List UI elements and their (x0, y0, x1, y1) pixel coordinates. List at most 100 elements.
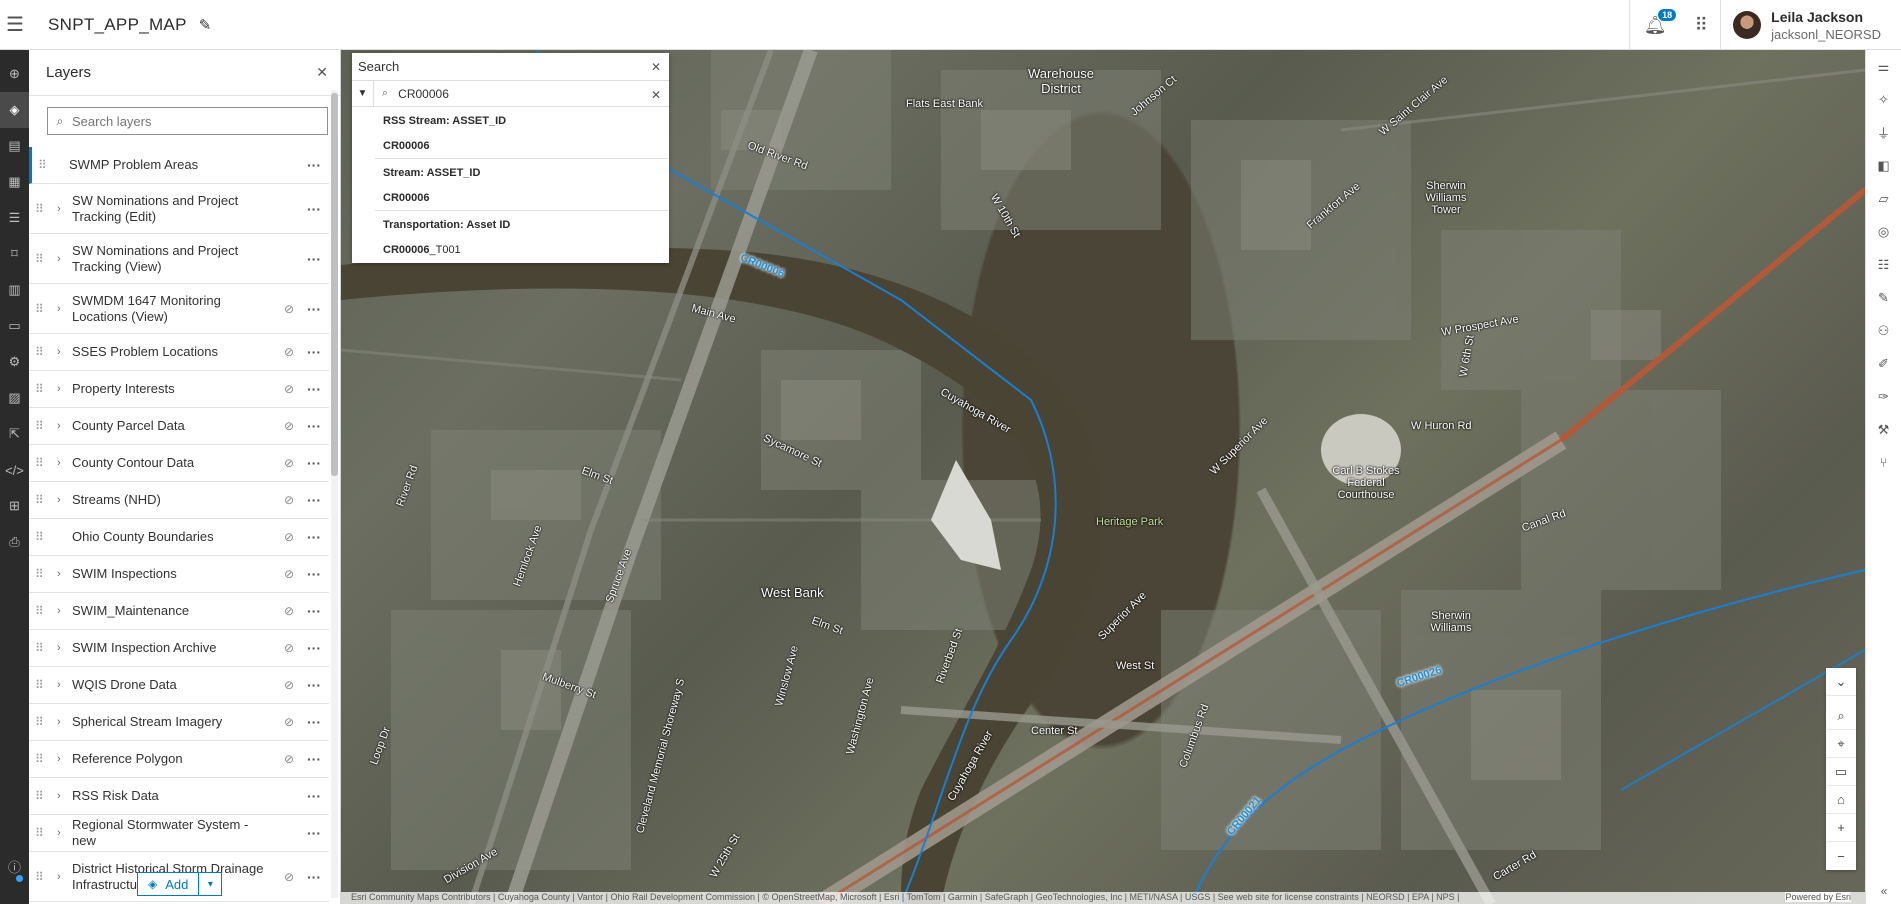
forms-icon[interactable]: ⚇ (1866, 314, 1901, 347)
layer-item[interactable]: ⠿ › SWMDM 1647 Monitoring Locations (Vie… (29, 284, 329, 334)
visibility-off-icon[interactable]: ⊘ (284, 641, 294, 655)
visibility-off-icon[interactable]: ⊘ (284, 752, 294, 766)
drag-handle-icon[interactable]: ⠿ (38, 158, 60, 172)
more-options-icon[interactable]: ··· (307, 677, 321, 693)
layer-item[interactable]: ⠿ › Property Interests ⊘ ··· (29, 371, 329, 408)
more-options-icon[interactable]: ··· (307, 714, 321, 730)
layer-item[interactable]: ⠿ › Streams (NHD) ⊘ ··· (29, 482, 329, 519)
tools-icon[interactable]: ⚒ (1866, 413, 1901, 446)
popups-icon[interactable]: ▱ (1866, 182, 1901, 215)
drag-handle-icon[interactable]: ⠿ (35, 752, 57, 766)
basemap-icon[interactable]: ▭ (0, 308, 29, 344)
sketch-icon[interactable]: ✑ (1866, 380, 1901, 413)
filter-icon[interactable]: ⏚ (1866, 116, 1901, 149)
settings-icon[interactable]: ⚙ (0, 344, 29, 380)
chevron-right-icon[interactable]: › (57, 871, 69, 883)
search-input[interactable]: ⌕ CR00006 (374, 81, 669, 106)
properties-icon[interactable]: ⚌ (1866, 50, 1901, 83)
user-info[interactable]: Leila Jackson jacksonl_NEORSD (1771, 9, 1881, 42)
chevron-right-icon[interactable]: › (57, 383, 69, 395)
layer-item[interactable]: ⠿ › SWIM Inspections ⊘ ··· (29, 556, 329, 593)
chevron-right-icon[interactable]: › (57, 716, 69, 728)
visibility-off-icon[interactable]: ⊘ (284, 870, 294, 884)
edit-icon[interactable]: ✐ (1866, 347, 1901, 380)
more-options-icon[interactable]: ··· (307, 640, 321, 656)
visibility-off-icon[interactable]: ⊘ (284, 567, 294, 581)
chevron-right-icon[interactable]: › (57, 642, 69, 654)
charts-icon[interactable]: ▥ (0, 272, 29, 308)
add-button[interactable]: ◈ Add (138, 873, 200, 895)
more-options-icon[interactable]: ··· (307, 751, 321, 767)
visibility-off-icon[interactable]: ⊘ (284, 678, 294, 692)
chevron-right-icon[interactable]: › (57, 457, 69, 469)
code-icon[interactable]: </> (0, 452, 29, 488)
branch-icon[interactable]: ⑂ (1866, 446, 1901, 479)
pencil-icon[interactable]: ✎ (1866, 281, 1901, 314)
result-item[interactable]: CR00006 (383, 192, 660, 204)
layer-item[interactable]: ⠿ › WQIS Drone Data ⊘ ··· (29, 667, 329, 704)
drag-handle-icon[interactable]: ⠿ (35, 641, 57, 655)
drag-handle-icon[interactable]: ⠿ (35, 493, 57, 507)
chevron-right-icon[interactable]: › (57, 303, 69, 315)
pencil-icon[interactable]: ✎ (199, 16, 212, 34)
chevron-right-icon[interactable]: › (57, 568, 69, 580)
hamburger-menu-icon[interactable]: ☰ (0, 0, 30, 50)
layer-item[interactable]: ⠿ › Regional Stormwater System - new ··· (29, 815, 329, 852)
fields-icon[interactable]: ◎ (1866, 215, 1901, 248)
result-item[interactable]: CR00006 (383, 140, 660, 152)
analysis-icon[interactable]: ▨ (0, 380, 29, 416)
notifications-button[interactable]: 🔔︎ 18 (1630, 8, 1680, 36)
drag-handle-icon[interactable]: ⠿ (35, 826, 57, 840)
chevron-right-icon[interactable]: › (57, 827, 69, 839)
layers-icon[interactable]: ◈ (0, 92, 29, 128)
visibility-off-icon[interactable]: ⊘ (284, 419, 294, 433)
close-icon[interactable]: ✕ (651, 60, 661, 74)
clear-icon[interactable]: ✕ (651, 88, 661, 102)
more-options-icon[interactable]: ··· (307, 788, 321, 804)
visibility-off-icon[interactable]: ⊘ (284, 604, 294, 618)
zoom-in-icon[interactable]: + (1826, 814, 1856, 842)
widgets-icon[interactable]: ⊞ (0, 488, 29, 524)
drag-handle-icon[interactable]: ⠿ (35, 202, 57, 216)
more-options-icon[interactable]: ··· (307, 418, 321, 434)
more-options-icon[interactable]: ··· (307, 157, 321, 173)
chevron-down-icon[interactable]: ▾ (199, 873, 221, 895)
legend-icon[interactable]: ☰ (0, 200, 29, 236)
print-icon[interactable]: ⎙ (0, 524, 29, 560)
tables-icon[interactable]: ▦ (0, 164, 29, 200)
source-dropdown-icon[interactable]: ▼ (352, 81, 374, 106)
collapse-icon[interactable]: ⌄ (1826, 668, 1856, 696)
more-options-icon[interactable]: ··· (307, 344, 321, 360)
zoom-out-icon[interactable]: − (1826, 842, 1856, 870)
layer-item[interactable]: ⠿ › RSS Risk Data ··· (29, 778, 329, 815)
drag-handle-icon[interactable]: ⠿ (35, 419, 57, 433)
more-options-icon[interactable]: ··· (307, 201, 321, 217)
layer-item[interactable]: ⠿ › County Parcel Data ⊘ ··· (29, 408, 329, 445)
more-options-icon[interactable]: ··· (307, 492, 321, 508)
close-icon[interactable]: ✕ (316, 64, 328, 81)
chevron-right-icon[interactable]: › (57, 790, 69, 802)
layer-item[interactable]: ⠿ › SSES Problem Locations ⊘ ··· (29, 334, 329, 371)
info-icon[interactable]: ⓘ (0, 857, 29, 876)
screen-icon[interactable]: ▭ (1826, 758, 1856, 786)
more-options-icon[interactable]: ··· (307, 251, 321, 267)
chevron-right-icon[interactable]: › (57, 679, 69, 691)
more-options-icon[interactable]: ··· (307, 301, 321, 317)
more-options-icon[interactable]: ··· (307, 381, 321, 397)
visibility-off-icon[interactable]: ⊘ (284, 715, 294, 729)
chevron-right-icon[interactable]: › (57, 605, 69, 617)
layer-item[interactable]: ⠿ › County Contour Data ⊘ ··· (29, 445, 329, 482)
result-item[interactable]: CR00006_T001 (383, 244, 660, 256)
chevron-right-icon[interactable]: › (57, 253, 69, 265)
chevron-right-icon[interactable]: › (57, 420, 69, 432)
drag-handle-icon[interactable]: ⠿ (35, 567, 57, 581)
powered-by[interactable]: Powered by Esri (1785, 892, 1851, 902)
layer-item[interactable]: ⠿ › SW Nominations and Project Tracking … (29, 184, 329, 234)
visibility-off-icon[interactable]: ⊘ (284, 530, 294, 544)
layer-item[interactable]: ⠿ › SW Nominations and Project Tracking … (29, 234, 329, 284)
avatar[interactable] (1733, 11, 1762, 39)
drag-handle-icon[interactable]: ⠿ (35, 715, 57, 729)
effects-icon[interactable]: ◧ (1866, 149, 1901, 182)
more-options-icon[interactable]: ··· (307, 529, 321, 545)
visibility-off-icon[interactable]: ⊘ (284, 345, 294, 359)
